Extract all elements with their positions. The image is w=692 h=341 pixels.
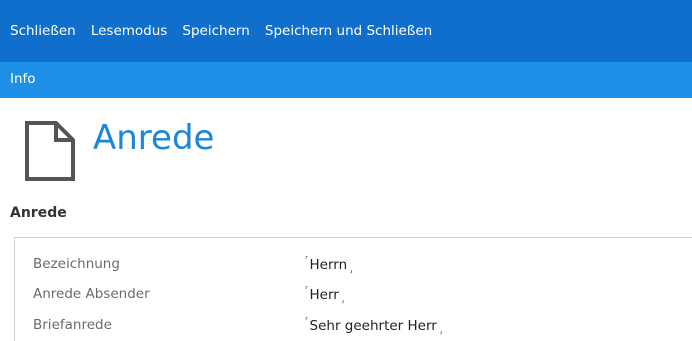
field-value[interactable]: ⸢Herrn ⸥ (305, 256, 353, 275)
tab-bar: Info (0, 62, 692, 98)
close-marker-icon: ⸥ (340, 295, 345, 305)
field-value[interactable]: ⸢Sehr geehrter Herr ⸥ (305, 317, 442, 336)
save-button[interactable]: Speichern (182, 23, 249, 39)
field-value-text: Herr (309, 287, 339, 303)
field-value-text: Herrn (309, 257, 348, 273)
document-icon (24, 120, 76, 186)
field-label: Anrede Absender (33, 286, 150, 302)
field-table: Bezeichnung ⸢Herrn ⸥ Anrede Absender ⸢Her… (14, 237, 692, 341)
tab-info[interactable]: Info (10, 71, 36, 87)
open-marker-icon: ⸢ (305, 317, 309, 327)
field-value-text: Sehr geehrter Herr (309, 318, 437, 334)
field-label: Bezeichnung (33, 256, 120, 272)
field-label: Briefanrede (33, 317, 112, 333)
section-title: Anrede (10, 205, 67, 221)
close-marker-icon: ⸥ (438, 326, 443, 336)
field-row-bezeichnung: Bezeichnung ⸢Herrn ⸥ (15, 256, 692, 278)
close-marker-icon: ⸥ (349, 265, 353, 275)
field-row-anrede-absender: Anrede Absender ⸢Herr ⸥ (15, 286, 692, 308)
open-marker-icon: ⸢ (305, 256, 309, 266)
open-marker-icon: ⸢ (305, 286, 309, 296)
page-title: Anrede (93, 118, 215, 158)
field-row-briefanrede: Briefanrede ⸢Sehr geehrter Herr ⸥ (15, 317, 692, 339)
save-and-close-button[interactable]: Speichern und Schließen (265, 23, 432, 39)
read-mode-button[interactable]: Lesemodus (91, 23, 168, 39)
command-bar-content: Schließen Lesemodus Speichern Speichern … (0, 0, 692, 62)
field-value[interactable]: ⸢Herr ⸥ (305, 286, 344, 305)
close-button[interactable]: Schließen (10, 23, 76, 39)
